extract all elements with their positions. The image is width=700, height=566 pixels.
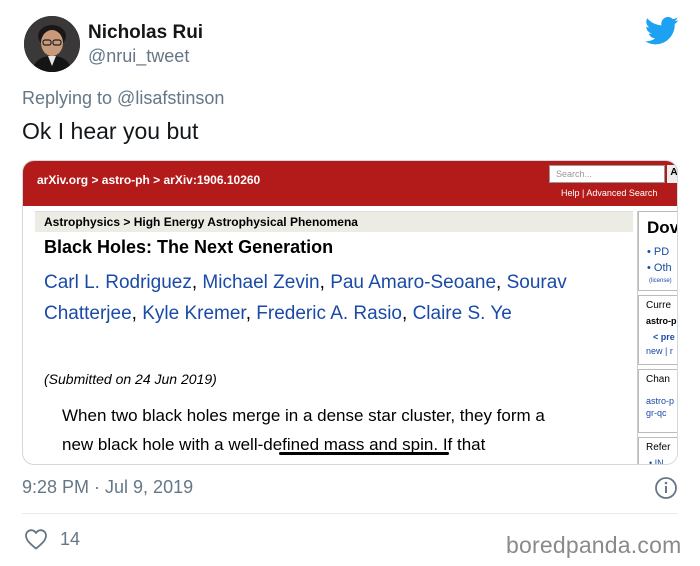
author-link: Pau Amaro-Seoane <box>330 272 497 293</box>
abstract-line: When two black holes merge in a dense st… <box>62 406 545 425</box>
divider <box>22 513 678 514</box>
submission-date: (Submitted on 24 Jun 2019) <box>44 371 217 387</box>
references-item: • IN <box>649 458 664 465</box>
download-item: • Oth <box>647 262 672 274</box>
change-heading: Chan <box>646 374 670 385</box>
author-link: Claire S. Ye <box>412 303 512 324</box>
download-heading: Dov <box>647 218 678 237</box>
info-icon[interactable] <box>654 476 678 500</box>
twitter-bird-icon <box>645 16 679 45</box>
tweet-text: Ok I hear you but <box>22 118 199 144</box>
paper-title: Black Holes: The Next Generation <box>44 237 334 257</box>
change-browse-box: Chan astro-p gr-qc <box>638 369 677 433</box>
author-handle[interactable]: @nrui_tweet <box>88 46 189 67</box>
download-item: • PD <box>647 246 670 258</box>
references-heading: Refer <box>646 442 671 453</box>
arxiv-search-input: Search... <box>549 165 665 183</box>
author-name[interactable]: Nicholas Rui <box>88 22 203 44</box>
new-link: new | r <box>646 346 673 356</box>
arxiv-help-links: Help | Advanced Search <box>561 188 658 198</box>
references-box: Refer • IN <box>638 437 677 465</box>
tweet-timestamp[interactable]: 9:28 PM · Jul 9, 2019 <box>22 477 193 498</box>
arxiv-sidebar: Dov • PD • Oth (license) Curre astro-p <… <box>637 211 678 465</box>
author-link: Kyle Kremer <box>142 303 246 324</box>
author-link: Michael Zevin <box>202 272 320 293</box>
arxiv-search-button: A <box>667 165 677 183</box>
download-box: Dov • PD • Oth (license) <box>638 211 678 291</box>
prev-link: < pre <box>653 332 675 342</box>
like-count: 14 <box>60 529 81 549</box>
heart-icon[interactable] <box>24 528 48 550</box>
current-category: astro-p <box>646 316 677 326</box>
current-browse-box: Curre astro-p < pre new | r <box>638 295 677 365</box>
arxiv-subject: Astrophysics > High Energy Astrophysical… <box>35 211 633 232</box>
current-heading: Curre <box>646 300 672 311</box>
author-link: Carl L. Rodriguez <box>44 272 192 293</box>
paper-abstract: When two black holes merge in a dense st… <box>62 401 622 459</box>
watermark: boredpanda.com <box>506 532 682 558</box>
license-link: (license) <box>649 278 672 284</box>
handdrawn-underline <box>279 452 449 455</box>
arxiv-header-bar: arXiv.org > astro-ph > arXiv:1906.10260 … <box>23 161 677 206</box>
change-item: astro-p <box>646 396 675 406</box>
embedded-screenshot[interactable]: arXiv.org > astro-ph > arXiv:1906.10260 … <box>22 160 678 465</box>
arxiv-main-content: Astrophysics > High Energy Astrophysical… <box>35 211 633 464</box>
avatar[interactable] <box>24 16 80 72</box>
arxiv-breadcrumb: arXiv.org > astro-ph > arXiv:1906.10260 <box>37 173 261 187</box>
replying-to[interactable]: Replying to @lisafstinson <box>22 88 224 109</box>
change-item: gr-qc <box>646 408 667 418</box>
paper-authors: Carl L. Rodriguez, Michael Zevin, Pau Am… <box>44 272 567 324</box>
author-link: Frederic A. Rasio <box>256 303 403 324</box>
